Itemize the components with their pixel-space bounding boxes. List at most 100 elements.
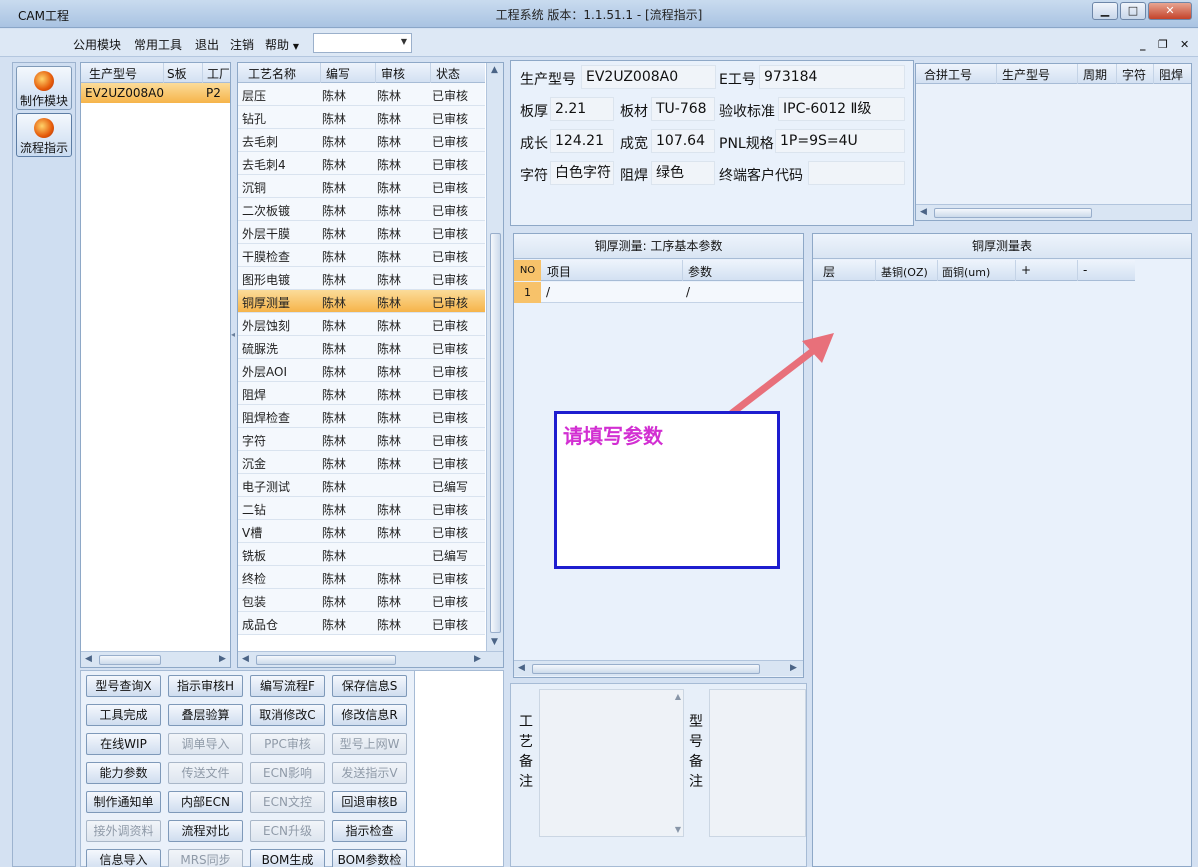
menu-logout[interactable]: 注销 [230,36,254,53]
action-button[interactable]: 发送指示V [332,762,407,784]
vscroll-thumb[interactable] [490,233,501,633]
process-row[interactable]: 成品仓 陈林 陈林 已审核 [238,612,485,635]
col-value[interactable]: 参数 [688,263,712,280]
process-row[interactable]: 电子测试 陈林 已编写 [238,474,485,497]
scroll-left-icon[interactable]: ◀ [518,663,525,673]
process-row[interactable]: 包装 陈林 陈林 已审核 [238,589,485,612]
action-button[interactable]: 在线WIP [86,733,161,755]
mdi-restore-button[interactable]: ❐ [1158,38,1168,51]
material-field[interactable]: TU-768 [651,97,715,121]
combine-scrollbar[interactable]: ◀ [916,204,1191,220]
action-button[interactable]: 指示检查 [332,820,407,842]
maximize-button[interactable]: □ [1120,2,1146,20]
scroll-right-icon[interactable]: ▶ [474,654,481,664]
process-row[interactable]: 铜厚测量 陈林 陈林 已审核 [238,290,485,313]
col-minus[interactable]: - [1083,263,1087,277]
process-vscrollbar[interactable]: ▲ ▼ [486,63,503,651]
col-reviewer[interactable]: 审核 [381,65,405,82]
action-button[interactable]: ECN影响 [250,762,325,784]
process-row[interactable]: 沉金 陈林 陈林 已审核 [238,451,485,474]
col-author[interactable]: 编写 [326,65,350,82]
standard-field[interactable]: IPC-6012 Ⅱ级 [778,97,905,121]
action-button[interactable]: 指示审核H [168,675,243,697]
scroll-left-icon[interactable]: ◀ [242,654,249,664]
length-field[interactable]: 124.21 [550,129,614,153]
process-row[interactable]: 外层干膜 陈林 陈林 已审核 [238,221,485,244]
mdi-minimize-button[interactable]: _ [1140,38,1146,51]
action-button[interactable]: 制作通知单 [86,791,161,813]
action-button[interactable]: ECN文控 [250,791,325,813]
process-row[interactable]: 阻焊检查 陈林 陈林 已审核 [238,405,485,428]
action-button[interactable]: 型号查询X [86,675,161,697]
col-plus[interactable]: + [1021,263,1031,277]
col-combine-char[interactable]: 字符 [1122,66,1146,83]
action-button[interactable]: 编写流程F [250,675,325,697]
col-no[interactable]: NO [514,260,541,281]
scroll-down-icon[interactable]: ▼ [675,825,681,834]
process-row[interactable]: 阻焊 陈林 陈林 已审核 [238,382,485,405]
action-button[interactable]: MRS同步 [168,849,243,867]
scroll-thumb[interactable] [99,655,161,665]
process-row[interactable]: 层压 陈林 陈林 已审核 [238,83,485,106]
col-item[interactable]: 项目 [547,263,571,280]
action-button[interactable]: 工具完成 [86,704,161,726]
scroll-up-icon[interactable]: ▲ [675,692,681,701]
col-combine-mask[interactable]: 阻焊 [1159,66,1183,83]
process-row[interactable]: 去毛刺 陈林 陈林 已审核 [238,129,485,152]
action-button[interactable]: 叠层验算 [168,704,243,726]
pnl-field[interactable]: 1P=9S=4U [775,129,905,153]
col-layer[interactable]: 层 [823,263,835,280]
process-row[interactable]: 二钻 陈林 陈林 已审核 [238,497,485,520]
col-base-copper[interactable]: 基铜(OZ) [881,264,928,280]
process-row[interactable]: 终检 陈林 陈林 已审核 [238,566,485,589]
col-model[interactable]: 生产型号 [89,65,137,82]
col-plant[interactable]: 工厂 [207,65,229,82]
col-combine-cycle[interactable]: 周期 [1083,66,1107,83]
scroll-up-icon[interactable]: ▲ [491,65,498,75]
col-status[interactable]: 状态 [436,65,460,82]
col-combine-no[interactable]: 合拼工号 [924,66,972,83]
param-row[interactable] [514,282,803,303]
scroll-thumb[interactable] [934,208,1092,218]
process-row[interactable]: 外层AOI 陈林 陈林 已审核 [238,359,485,382]
minimize-button[interactable]: ▁ [1092,2,1118,20]
process-row[interactable]: 铣板 陈林 已编写 [238,543,485,566]
menu-common-tools[interactable]: 常用工具 [134,36,182,53]
e-no-field[interactable]: 973184 [759,65,905,89]
scroll-down-icon[interactable]: ▼ [491,637,498,647]
craft-remark-input[interactable]: ▲ ▼ [539,689,684,837]
action-button[interactable]: BOM参数检查 [332,849,407,867]
process-row[interactable]: 外层蚀刻 陈林 陈林 已审核 [238,313,485,336]
model-field[interactable]: EV2UZ008A0 [581,65,716,89]
process-row[interactable]: 二次板镀 陈林 陈林 已审核 [238,198,485,221]
customer-code-field[interactable] [808,161,905,185]
model-remark-input[interactable] [709,689,806,837]
action-button[interactable]: 内部ECN [168,791,243,813]
action-button[interactable]: 能力参数 [86,762,161,784]
nav-process-guide[interactable]: 流程指示 [16,113,72,157]
menu-public-module[interactable]: 公用模块 [73,36,121,53]
action-button[interactable]: 保存信息S [332,675,407,697]
process-row[interactable]: 沉铜 陈林 陈林 已审核 [238,175,485,198]
menu-cam[interactable]: CAM工程 [18,7,69,24]
scroll-left-icon[interactable]: ◀ [920,207,927,217]
process-row[interactable]: 硫脲洗 陈林 陈林 已审核 [238,336,485,359]
thickness-field[interactable]: 2.21 [550,97,614,121]
menu-exit[interactable]: 退出 [195,36,219,53]
model-list-scrollbar[interactable]: ◀ ▶ [81,651,230,667]
action-button[interactable]: 调单导入 [168,733,243,755]
scroll-thumb[interactable] [532,664,760,674]
mdi-close-button[interactable]: ✕ [1180,38,1189,51]
char-field[interactable]: 白色字符 [550,161,614,185]
scroll-right-icon[interactable]: ▶ [219,654,226,664]
params-scrollbar[interactable]: ◀ ▶ [514,660,803,676]
col-combine-model[interactable]: 生产型号 [1002,66,1050,83]
process-row[interactable]: 图形电镀 陈林 陈林 已审核 [238,267,485,290]
process-row[interactable]: 去毛刺4 陈林 陈林 已审核 [238,152,485,175]
close-button[interactable]: ✕ [1148,2,1192,20]
width-field[interactable]: 107.64 [651,129,715,153]
process-row[interactable]: 干膜检查 陈林 陈林 已审核 [238,244,485,267]
action-button[interactable]: BOM生成 [250,849,325,867]
process-hscrollbar[interactable]: ◀ ▶ [238,651,503,667]
action-button[interactable]: 流程对比 [168,820,243,842]
